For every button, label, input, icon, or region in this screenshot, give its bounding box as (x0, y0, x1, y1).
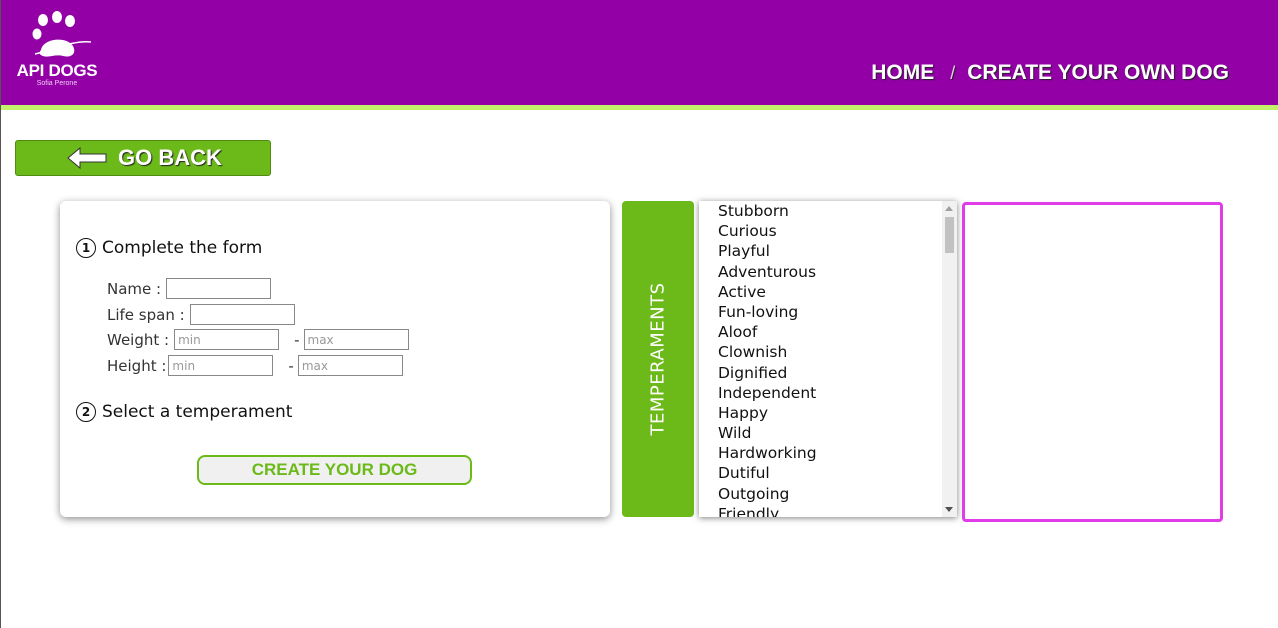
height-min-input[interactable] (168, 355, 274, 376)
temperament-options: Stubborn Curious Playful Adventurous Act… (699, 201, 941, 517)
go-back-label: GO BACK (118, 145, 222, 170)
temperaments-tab-label: TEMPERAMENTS (647, 282, 669, 436)
name-input[interactable] (166, 278, 272, 299)
weight-row: Weight : - (107, 329, 409, 350)
temperament-option[interactable]: Wild (699, 423, 941, 443)
temperament-option[interactable]: Playful (699, 241, 941, 261)
breadcrumb: HOME / CREATE YOUR OWN DOG (871, 61, 1229, 85)
step-title: Select a temperament (102, 402, 293, 422)
create-dog-button[interactable]: CREATE YOUR DOG (197, 455, 472, 485)
temperament-option[interactable]: Active (699, 282, 941, 302)
scroll-down-icon[interactable] (945, 507, 953, 512)
lifespan-row: Life span : (107, 304, 295, 325)
temperaments-tab: TEMPERAMENTS (622, 201, 694, 517)
temperament-option[interactable]: Independent (699, 383, 941, 403)
selected-temperaments-panel (962, 202, 1223, 522)
name-row: Name : (107, 278, 272, 299)
temperament-option[interactable]: Dutiful (699, 463, 941, 483)
name-label: Name : (107, 279, 162, 298)
temperament-option[interactable]: Dignified (699, 363, 941, 383)
range-dash: - (288, 356, 294, 375)
step-number-2: 2 (76, 402, 96, 422)
logo-subtitle: Sofia Perone (36, 80, 78, 87)
scrollbar-thumb[interactable] (945, 217, 954, 253)
nav-create-dog-link[interactable]: CREATE YOUR OWN DOG (967, 61, 1229, 85)
temperament-list[interactable]: Stubborn Curious Playful Adventurous Act… (699, 201, 957, 517)
step-complete-form: 1 Complete the form (76, 238, 262, 258)
height-max-input[interactable] (297, 355, 403, 376)
range-dash: - (294, 330, 300, 349)
breadcrumb-separator: / (950, 62, 956, 83)
temperament-option[interactable]: Hardworking (699, 443, 941, 463)
temperament-option[interactable]: Curious (699, 221, 941, 241)
arrow-left-icon (67, 146, 107, 170)
go-back-button[interactable]: GO BACK (15, 140, 271, 176)
lifespan-label: Life span : (107, 305, 185, 324)
weight-min-input[interactable] (174, 329, 280, 350)
weight-label: Weight : (107, 330, 170, 349)
temperament-option[interactable]: Clownish (699, 342, 941, 362)
nav-home-link[interactable]: HOME (871, 61, 934, 85)
step-select-temperament: 2 Select a temperament (76, 402, 292, 422)
logo-title: API DOGS (16, 61, 98, 80)
temperament-option[interactable]: Fun-loving (699, 302, 941, 322)
step-number-1: 1 (76, 238, 96, 258)
temperament-option[interactable]: Adventurous (699, 262, 941, 282)
create-dog-form: 1 Complete the form Name : Life span : W… (60, 201, 610, 517)
header: API DOGS Sofia Perone HOME / CREATE YOUR… (1, 0, 1278, 110)
lifespan-input[interactable] (189, 304, 295, 325)
temperament-option[interactable]: Stubborn (699, 201, 941, 221)
scrollbar[interactable] (942, 201, 957, 517)
temperament-option[interactable]: Happy (699, 403, 941, 423)
scroll-up-icon[interactable] (945, 206, 953, 211)
temperament-option[interactable]: Aloof (699, 322, 941, 342)
height-label: Height : (107, 356, 167, 375)
temperament-option[interactable]: Outgoing (699, 484, 941, 504)
temperament-option[interactable]: Friendly (699, 504, 941, 517)
height-row: Height : - (107, 355, 403, 376)
step-title: Complete the form (102, 238, 263, 258)
weight-max-input[interactable] (303, 329, 409, 350)
